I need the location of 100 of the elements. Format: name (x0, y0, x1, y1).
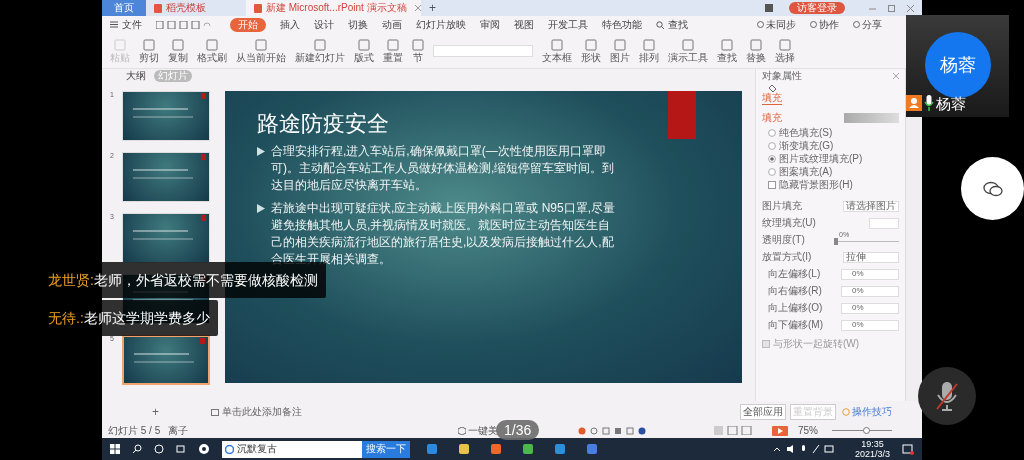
toolbar-button[interactable]: 新建幻灯片 (295, 38, 345, 63)
document-tab[interactable]: 首页 (102, 0, 146, 16)
task-view-icon[interactable] (176, 444, 186, 454)
panel-tab[interactable]: 大纲 (126, 71, 146, 81)
slider-thumb[interactable] (834, 238, 838, 245)
toolbar-button[interactable]: 查找 (717, 38, 737, 63)
new-tab-button[interactable]: + (421, 0, 444, 16)
panel-button[interactable]: 全部应用 (740, 404, 786, 420)
menu-tab[interactable]: 审阅 (480, 19, 500, 30)
tool-icon (750, 38, 762, 51)
number-field[interactable]: 0% (841, 285, 899, 297)
radio-button[interactable] (768, 142, 776, 150)
play-button[interactable] (772, 425, 788, 436)
zoom-slider-thumb[interactable] (862, 427, 870, 434)
app-icon[interactable] (198, 443, 210, 455)
toolbar-button[interactable]: 格式刷 (197, 38, 227, 63)
field-label: 透明度(T) (762, 235, 805, 245)
toolbar-button[interactable]: 重置 (383, 38, 403, 63)
dropdown-field[interactable]: 请选择图片 (843, 200, 899, 212)
slide-thumbnail[interactable] (122, 91, 210, 141)
toolbar-action-button[interactable]: 协作 (810, 19, 839, 30)
number-field[interactable]: 0% (841, 319, 899, 331)
clock-time: 19:35 (861, 439, 884, 449)
close-icon[interactable] (907, 4, 914, 12)
toolbar-button[interactable]: 排列 (639, 38, 659, 63)
menu-tab[interactable]: 特色功能 (602, 19, 642, 30)
keyboard-icon[interactable] (614, 426, 623, 435)
toolbar-button[interactable]: 替换 (746, 38, 766, 63)
menu-tab[interactable]: 切换 (348, 19, 368, 30)
tips-link[interactable]: 操作技巧 (842, 407, 892, 417)
menu-tab[interactable]: 视图 (514, 19, 534, 30)
clock-date: 2021/3/3 (854, 449, 890, 459)
menu-tab[interactable]: 开发工具 (548, 19, 588, 30)
document-tab[interactable]: 稻壳模板 (146, 0, 246, 16)
folder-icon[interactable] (458, 443, 470, 455)
toolbar-button[interactable]: 复制 (168, 38, 188, 63)
browser-icon (225, 444, 234, 454)
field-label: 向下偏移(M) (768, 320, 823, 330)
notification-icon[interactable] (902, 443, 914, 455)
close-icon[interactable] (893, 73, 899, 79)
menu-tab[interactable]: 插入 (280, 19, 300, 30)
toolbar-action-button[interactable]: 分享 (853, 19, 882, 30)
bullet-icon (257, 147, 265, 156)
action-icon (757, 21, 764, 28)
document-icon[interactable] (586, 443, 598, 455)
globe-icon[interactable] (522, 443, 534, 455)
document-icon (154, 3, 162, 13)
option-label: 纯色填充(S) (779, 128, 833, 138)
search-icon (656, 20, 664, 29)
slide-thumbnail[interactable] (122, 213, 210, 263)
add-slide-button[interactable]: + (152, 406, 159, 418)
help-icon[interactable] (638, 426, 647, 435)
toolbar-action-button[interactable]: 未同步 (757, 19, 796, 30)
windows-logo-icon[interactable] (110, 444, 120, 454)
toolbar-button[interactable]: 文本框 (542, 38, 572, 63)
toolbar-button[interactable]: 图片 (610, 38, 630, 63)
bullet-text: 合理安排行程,进入车站后,确保佩戴口罩(—次性使用医用口罩即可)。主动配合车站工作人员做好体温检测,缩短停留车室时间。到达目的地后应尽快离开车站。 (271, 143, 616, 194)
slide-thumbnail[interactable] (122, 152, 210, 202)
menu-tab[interactable]: 动画 (382, 19, 402, 30)
browser-icon[interactable] (426, 443, 438, 455)
dropdown-field[interactable]: 拉伸 (843, 251, 899, 263)
toolbar-button[interactable]: 演示工具 (668, 38, 708, 63)
number-field[interactable]: 0% (841, 268, 899, 280)
radio-button[interactable] (768, 168, 776, 176)
page-counter: 1/36 (496, 420, 540, 440)
hexagon-icon (458, 426, 467, 435)
search-icon[interactable] (132, 444, 142, 454)
tool-icon (114, 38, 126, 51)
field-label: 向上偏移(O) (768, 303, 823, 313)
search-button[interactable]: 搜索一下 (362, 440, 410, 458)
menu-tab[interactable]: 幻灯片放映 (416, 19, 466, 30)
font-field[interactable] (433, 44, 533, 57)
radio-button[interactable] (768, 129, 776, 137)
slide-thumbnail[interactable] (122, 335, 210, 385)
radio-button[interactable] (768, 155, 776, 163)
notes-field[interactable]: 单击此处添加备注 (211, 407, 302, 417)
toolbar-button[interactable]: 节 (412, 38, 424, 63)
close-icon[interactable] (414, 5, 421, 11)
square-icon[interactable] (626, 426, 635, 435)
checkbox[interactable] (768, 181, 776, 189)
theme-name: 离子 (168, 425, 189, 436)
tool-icon (412, 38, 424, 51)
menu-tab[interactable]: 设计 (314, 19, 334, 30)
search-field[interactable]: 沉默复古 (222, 440, 362, 458)
number-field[interactable]: 0% (841, 302, 899, 314)
login-button[interactable]: 访客登录 (789, 2, 845, 14)
file-menu[interactable]: 文件 (110, 19, 142, 30)
toolbar-button[interactable]: 从当前开始 (236, 38, 286, 63)
toolbar-button[interactable]: 选择 (775, 38, 795, 63)
app-logo-icon[interactable] (578, 426, 587, 435)
tool-icon (614, 38, 626, 51)
toolbar-button[interactable]: 剪切 (139, 38, 159, 63)
tool-icon (779, 38, 791, 51)
document-tab[interactable]: 新建 Microsoft...rPoint 演示文稿 (246, 0, 421, 16)
toolbar-button[interactable]: 版式 (354, 38, 374, 63)
toolbar-button[interactable]: 形状 (581, 38, 601, 63)
square-icon[interactable] (602, 426, 611, 435)
search-button[interactable]: 查找 (656, 19, 688, 30)
action-icon (810, 21, 817, 28)
maximize-icon[interactable] (888, 4, 895, 12)
